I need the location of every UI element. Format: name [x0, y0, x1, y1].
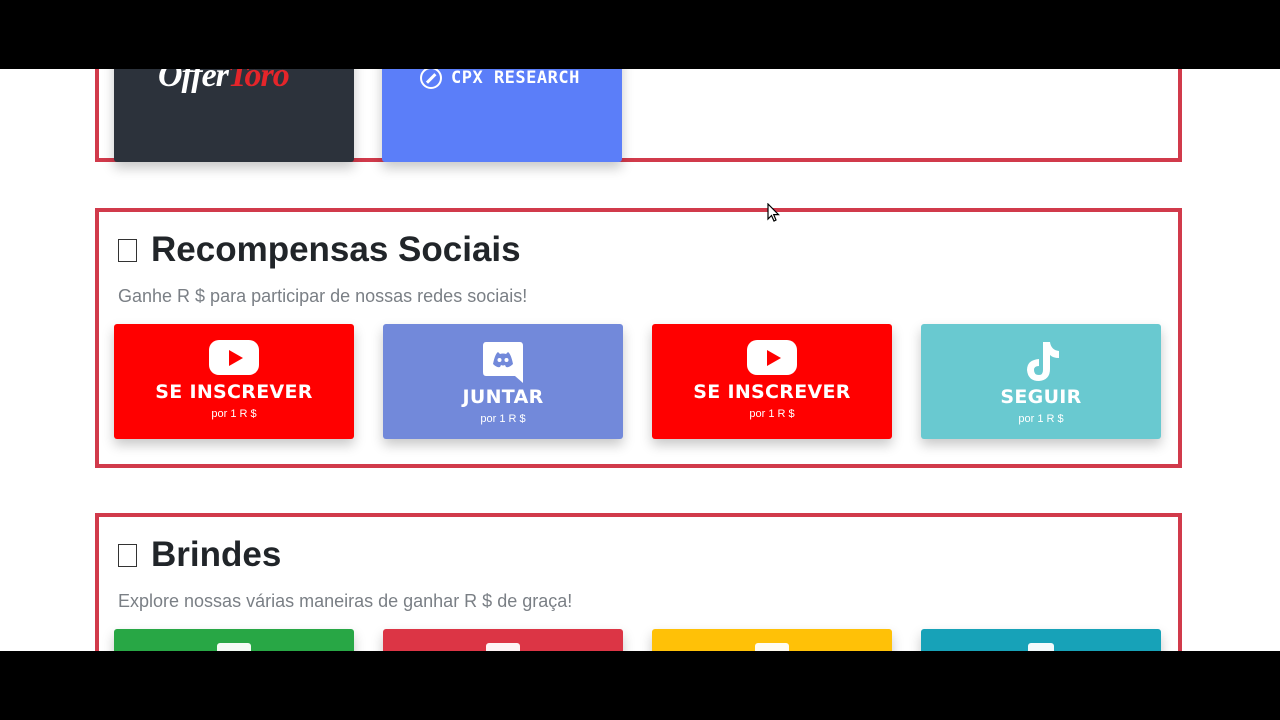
youtube-icon [209, 340, 259, 375]
discord-icon [483, 342, 523, 383]
cpx-research-logo: CPX RESEARCH [420, 69, 580, 89]
card-reward: por 1 R $ [749, 408, 795, 420]
cpx-ring-icon [420, 69, 442, 89]
gift-card-card[interactable] [652, 629, 892, 651]
card-label: JUNTAR [462, 386, 544, 408]
checkbox-square-icon [118, 543, 137, 567]
tiktok-icon [1027, 342, 1059, 381]
checkbox-square-icon [118, 238, 137, 262]
social-rewards-subtitle: Ganhe R $ para participar de nossas rede… [118, 286, 528, 306]
card-icon [755, 643, 789, 651]
gifts-title: Brindes [118, 535, 281, 575]
gift-card-users[interactable] [114, 629, 354, 651]
card-reward: por 1 R $ [480, 413, 526, 425]
gifts-title-text: Brindes [151, 535, 282, 574]
social-rewards-title: Recompensas Sociais [118, 230, 521, 270]
youtube-subscribe-card-2[interactable]: SE INSCREVER por 1 R $ [652, 324, 892, 439]
card-reward: por 1 R $ [1018, 413, 1064, 425]
card-label: SE INSCREVER [155, 381, 313, 403]
gifts-section: Brindes Explore nossas várias maneiras d… [95, 513, 1182, 651]
badge-icon [1028, 643, 1054, 651]
gift-card-box[interactable] [383, 629, 623, 651]
youtube-icon [747, 340, 797, 375]
discord-join-card[interactable]: JUNTAR por 1 R $ [383, 324, 623, 439]
gifts-subtitle: Explore nossas várias maneiras de ganhar… [118, 591, 573, 611]
page-viewport[interactable]: OfferToro CPX RESEARCH Recompensas Socia… [0, 69, 1280, 651]
social-rewards-title-text: Recompensas Sociais [151, 230, 521, 269]
offertoro-logo: OfferToro [158, 69, 290, 94]
card-label: SE INSCREVER [693, 381, 851, 403]
mouse-cursor-icon [767, 203, 780, 222]
letterbox-top [0, 0, 1280, 69]
youtube-subscribe-card[interactable]: SE INSCREVER por 1 R $ [114, 324, 354, 439]
social-rewards-section: Recompensas Sociais Ganhe R $ para parti… [95, 208, 1182, 468]
letterbox-bottom [0, 651, 1280, 720]
gift-card-badge[interactable] [921, 629, 1161, 651]
users-icon [217, 643, 251, 651]
card-label: SEGUIR [1000, 386, 1082, 408]
tiktok-follow-card[interactable]: SEGUIR por 1 R $ [921, 324, 1161, 439]
card-reward: por 1 R $ [211, 408, 257, 420]
gift-box-icon [486, 643, 520, 651]
